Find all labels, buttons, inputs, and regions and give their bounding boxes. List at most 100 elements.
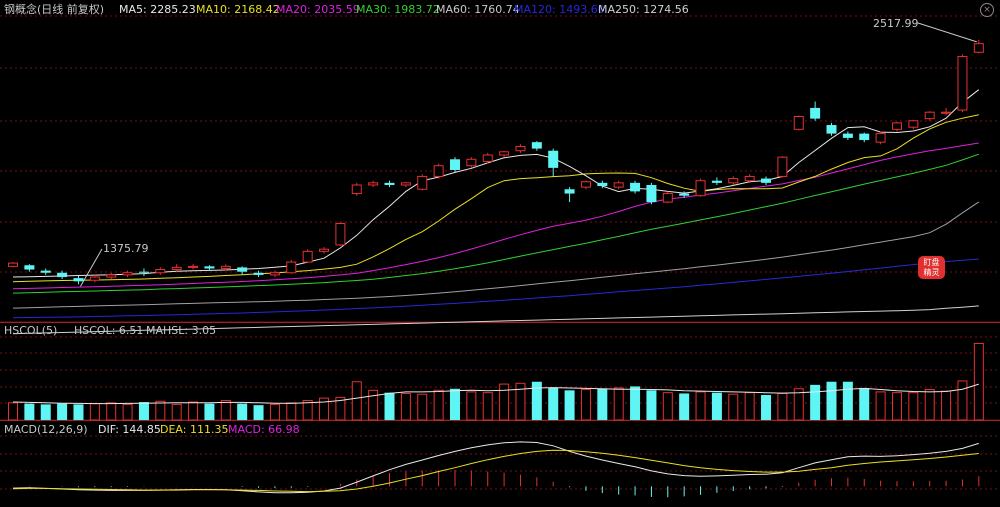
ma20-line (12, 142, 979, 290)
volume-bar (171, 403, 182, 421)
hscol-label: HSCOL: 6.51 (74, 324, 144, 337)
volume-bar (155, 400, 166, 421)
candle-body (842, 133, 853, 138)
candle-body (531, 142, 542, 149)
candle-body (580, 181, 591, 188)
volume-bar (810, 384, 821, 420)
low-price-label: 1375.79 (103, 242, 149, 255)
candle-body (302, 250, 313, 263)
volume-bar (286, 402, 297, 421)
candle-body (138, 271, 149, 273)
volume-bar (499, 383, 510, 421)
mahsl-label: MAHSL: 3.05 (146, 324, 217, 337)
candle-body (73, 278, 84, 282)
ma10-line (12, 114, 979, 283)
candle-body (106, 274, 117, 278)
ma60-label: MA60: 1760.74 (436, 3, 520, 16)
volume-bar (777, 392, 788, 421)
candle-body (711, 180, 722, 183)
volume-bar (400, 392, 411, 421)
candle-body (466, 158, 477, 167)
volume-bar (941, 390, 952, 421)
volume-bar (269, 403, 280, 421)
volume-bar (695, 391, 706, 421)
ma20-label: MA20: 2035.59 (276, 3, 360, 16)
candle-body (368, 182, 379, 186)
candle-body (564, 189, 575, 194)
volume-bar (384, 392, 395, 420)
ma120-label: MA120: 1493.60 (514, 3, 605, 16)
ma10-label: MA10: 2168.42 (196, 3, 280, 16)
candle-body (220, 265, 231, 269)
candle-body (417, 175, 428, 190)
volume-bar (826, 381, 837, 420)
candle-body (662, 193, 673, 203)
volume-bar (564, 390, 575, 420)
candle-body (597, 182, 608, 187)
volume-bar (449, 388, 460, 420)
volume-bar (466, 391, 477, 421)
candle-body (777, 156, 788, 177)
candle-body (891, 122, 902, 130)
volume-bar (417, 393, 428, 421)
monitor-sprite-badge[interactable]: 盯盘 精灵 (918, 256, 945, 279)
volume-bar (351, 381, 362, 421)
volume-bar (482, 392, 493, 421)
volume-bar (548, 387, 559, 420)
volume-bar (204, 403, 215, 420)
candle-body (941, 111, 952, 114)
volume-bar (891, 392, 902, 421)
volume-bar (237, 403, 248, 420)
candle-body (826, 125, 837, 134)
volume-bar (728, 393, 739, 421)
volume-bar (679, 393, 690, 420)
volume-bar (793, 388, 804, 421)
candle-body (171, 266, 182, 271)
volume-bar (613, 387, 624, 421)
close-icon[interactable]: × (980, 3, 994, 17)
volume-panel-title: HSCOL(5) (4, 324, 58, 337)
candle-body (548, 150, 559, 168)
candle-body (728, 178, 739, 184)
ma30-label: MA30: 1983.72 (356, 3, 440, 16)
volume-bar (433, 389, 444, 421)
candle-body (875, 133, 886, 143)
candle-body (335, 223, 346, 246)
volume-bar (842, 381, 853, 420)
volume-bar (646, 390, 657, 420)
candle-body (957, 56, 968, 111)
high-arrow (917, 22, 977, 43)
candle-body (204, 266, 215, 269)
volume-bar (924, 389, 935, 421)
candle-body (482, 154, 493, 162)
candle-body (515, 145, 526, 152)
volume-bar (859, 387, 870, 420)
ma250-label: MA250: 1274.56 (598, 3, 689, 16)
candle-body (351, 184, 362, 195)
candle-body (155, 269, 166, 274)
candle-body (908, 120, 919, 128)
volume-bar (122, 403, 133, 421)
ma5-label: MA5: 2285.23 (119, 3, 196, 16)
candle-body (744, 175, 755, 182)
volume-bar (220, 399, 231, 421)
badge-line-2: 精灵 (923, 268, 940, 277)
volume-bar (761, 395, 772, 420)
volume-bar (662, 392, 673, 421)
volume-bar (73, 404, 84, 420)
volume-bar (580, 389, 591, 421)
candle-body (761, 178, 772, 183)
ma60-line (12, 201, 980, 309)
candle-body (57, 272, 68, 278)
volume-bar (875, 391, 886, 421)
volume-bar (630, 386, 641, 420)
candle-body (859, 133, 870, 141)
volume-bar (597, 388, 608, 420)
candle-body (253, 272, 264, 275)
volume-bar (24, 403, 35, 420)
candle-body (810, 107, 821, 119)
candle-body (122, 272, 133, 276)
volume-bar (973, 342, 984, 421)
candle-body (269, 272, 280, 276)
candle-body (8, 262, 18, 267)
